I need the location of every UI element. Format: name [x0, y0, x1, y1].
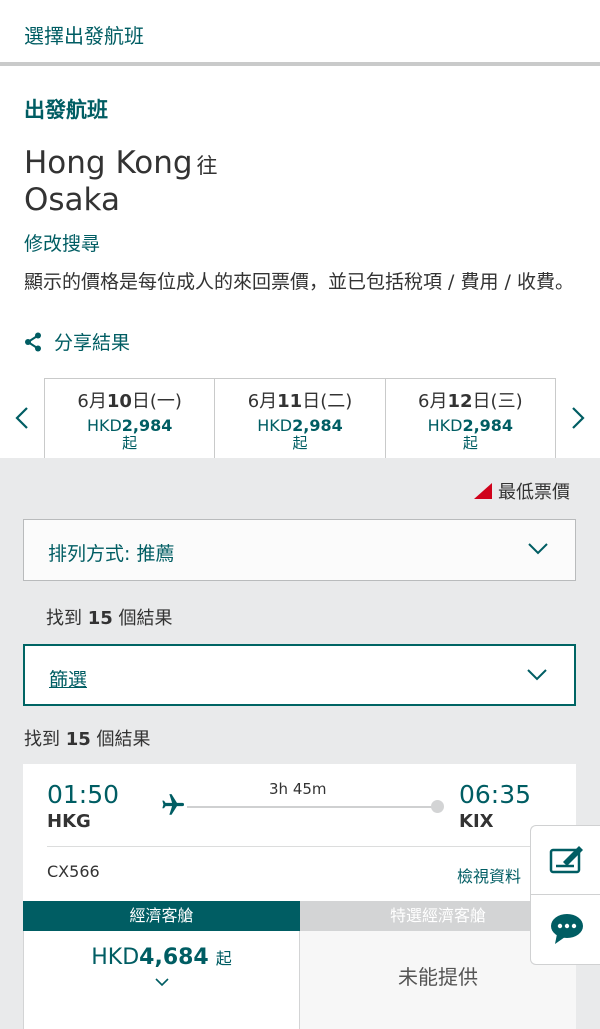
date-price-from: 起: [292, 434, 308, 452]
date-price-from: 起: [462, 434, 478, 452]
page-title: 選擇出發航班: [24, 24, 144, 48]
date-option[interactable]: 6月12日(三) HKD2,984 起: [386, 379, 555, 458]
chevron-down-icon: [527, 669, 547, 681]
date-price-from: 起: [122, 434, 138, 452]
view-details-link[interactable]: 檢視資料: [457, 863, 521, 887]
flight-number: CX566: [47, 862, 100, 881]
top-bar: 選擇出發航班: [0, 0, 600, 66]
chevron-down-icon: [154, 978, 169, 987]
flight-duration: 3h 45m: [269, 780, 327, 798]
route-line: [187, 806, 433, 808]
chat-icon[interactable]: [549, 912, 585, 946]
share-results-link[interactable]: 分享結果: [24, 328, 130, 355]
premium-status: 未能提供: [398, 965, 478, 989]
sort-label: 排列方式: 推薦: [48, 543, 175, 565]
prev-date-button[interactable]: [8, 400, 36, 436]
economy-cabin-header: 經濟客艙: [23, 901, 300, 931]
filter-label: 篩選: [49, 669, 88, 691]
date-option[interactable]: 6月11日(二) HKD2,984 起: [215, 379, 386, 458]
divider: [531, 894, 600, 895]
date-label: 6月12日(三): [418, 391, 523, 412]
departure-airport: HKG: [47, 811, 91, 832]
economy-price: HKD4,684 起: [91, 945, 232, 970]
sort-dropdown[interactable]: 排列方式: 推薦: [23, 519, 576, 581]
date-selector: 6月10日(一) HKD2,984 起 6月11日(二) HKD2,984 起 …: [0, 378, 600, 458]
date-label: 6月10日(一): [77, 391, 182, 412]
route-connector: 往: [196, 154, 218, 178]
filter-dropdown[interactable]: 篩選: [23, 644, 576, 706]
lowest-fare-marker-icon: [474, 483, 492, 499]
route: Hong Kong 往 Osaka: [24, 146, 218, 217]
share-label: 分享結果: [54, 332, 131, 354]
destination-city: Osaka: [24, 182, 120, 218]
chevron-right-icon: [572, 407, 585, 429]
section-title: 出發航班: [24, 98, 108, 122]
date-price: HKD2,984: [427, 416, 514, 435]
origin-city: Hong Kong: [24, 145, 193, 181]
arrival-time: 06:35: [459, 780, 532, 809]
date-list: 6月10日(一) HKD2,984 起 6月11日(二) HKD2,984 起 …: [44, 378, 556, 458]
arrival-airport: KIX: [459, 811, 494, 832]
flight-card: 01:50 HKG 3h 45m 06:35 KIX CX566 檢視資料 經濟…: [23, 764, 576, 1029]
results-count: 找到 15 個結果: [46, 608, 173, 629]
feedback-icon[interactable]: [549, 844, 585, 876]
date-option[interactable]: 6月10日(一) HKD2,984 起: [45, 379, 216, 458]
lowest-fare-legend: 最低票價: [474, 478, 570, 504]
floating-actions: [530, 825, 600, 965]
share-icon: [25, 332, 41, 351]
divider: [47, 846, 553, 847]
chevron-left-icon: [15, 407, 28, 429]
route-end-dot: [431, 800, 444, 813]
results-count: 找到 15 個結果: [24, 729, 151, 750]
departure-time: 01:50: [47, 780, 120, 809]
airplane-icon: [162, 794, 184, 815]
lowest-fare-label: 最低票價: [498, 482, 570, 503]
date-label: 6月11日(二): [247, 391, 353, 412]
economy-fare-button[interactable]: HKD4,684 起: [23, 931, 300, 1029]
date-price: HKD2,984: [257, 416, 343, 435]
date-price: HKD2,984: [86, 416, 173, 435]
chevron-down-icon: [528, 543, 548, 555]
search-summary: 出發航班 Hong Kong 往 Osaka 修改搜尋 顯示的價格是每位成人的來回…: [0, 66, 600, 458]
price-note: 顯示的價格是每位成人的來回票價，並已包括稅項 / 費用 / 收費。: [24, 271, 574, 293]
next-date-button[interactable]: [564, 400, 592, 436]
modify-search-link[interactable]: 修改搜尋: [24, 229, 100, 256]
